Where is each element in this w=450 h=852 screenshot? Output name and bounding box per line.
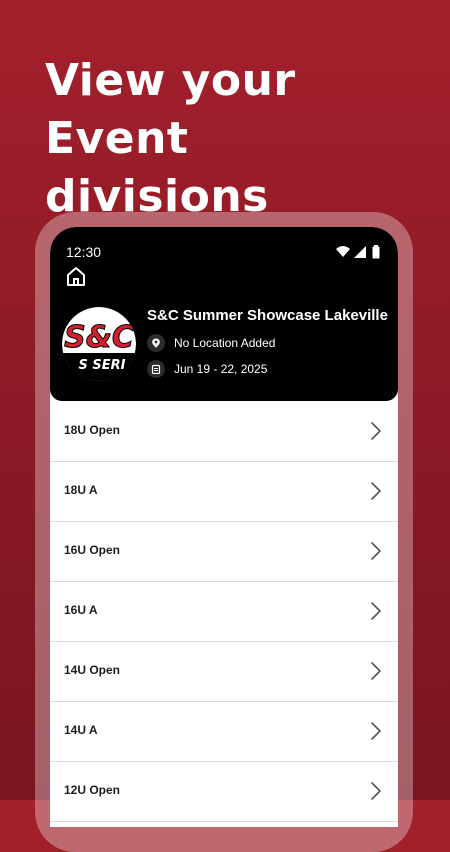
chevron-right-icon bbox=[371, 542, 381, 560]
location-badge bbox=[147, 334, 165, 352]
division-list: 18U Open 18U A 16U Open 16U A 14U Open 1… bbox=[50, 402, 398, 822]
chevron-right-icon bbox=[371, 722, 381, 740]
chevron-right-icon bbox=[371, 602, 381, 620]
division-row[interactable]: 16U A bbox=[50, 582, 398, 642]
event-date-row: Jun 19 - 22, 2025 bbox=[147, 360, 267, 378]
status-icons bbox=[336, 245, 380, 259]
promo-headline-line1: View your bbox=[45, 55, 296, 106]
wifi-icon bbox=[336, 246, 350, 257]
chevron-right-icon bbox=[371, 662, 381, 680]
division-label: 18U Open bbox=[64, 423, 121, 437]
division-row[interactable]: 16U Open bbox=[50, 522, 398, 582]
division-label: 18U A bbox=[64, 483, 98, 497]
division-label: 14U Open bbox=[64, 663, 121, 677]
division-row[interactable]: 18U Open bbox=[50, 402, 398, 462]
division-label: 16U Open bbox=[64, 543, 121, 557]
signal-icon bbox=[354, 246, 366, 258]
phone-screen: 12:30 S&C S SERI S&C Summer Showcase Lak… bbox=[50, 227, 398, 827]
battery-icon bbox=[372, 245, 380, 259]
division-row[interactable]: 14U Open bbox=[50, 642, 398, 702]
promo-headline-line2: Event divisions bbox=[45, 113, 269, 222]
division-row[interactable]: 18U A bbox=[50, 462, 398, 522]
home-icon[interactable] bbox=[65, 265, 87, 287]
event-location: No Location Added bbox=[174, 336, 276, 350]
division-label: 12U Open bbox=[64, 783, 121, 797]
chevron-right-icon bbox=[371, 782, 381, 800]
division-label: 14U A bbox=[64, 723, 98, 737]
logo-subtext: S SERI bbox=[79, 358, 126, 373]
calendar-icon bbox=[151, 364, 161, 374]
division-row[interactable]: 14U A bbox=[50, 702, 398, 762]
event-logo: S&C S SERI bbox=[62, 307, 136, 381]
status-bar: 12:30 bbox=[66, 243, 382, 263]
event-header-panel: 12:30 S&C S SERI S&C Summer Showcase Lak… bbox=[50, 227, 398, 401]
event-dates: Jun 19 - 22, 2025 bbox=[174, 362, 268, 376]
promo-headline: View your Event divisions bbox=[45, 52, 425, 226]
location-pin-icon bbox=[152, 338, 160, 348]
chevron-right-icon bbox=[371, 422, 381, 440]
event-title: S&C Summer Showcase Lakeville bbox=[147, 307, 388, 324]
calendar-badge bbox=[147, 360, 165, 378]
division-row[interactable]: 12U Open bbox=[50, 762, 398, 822]
division-label: 16U A bbox=[64, 603, 98, 617]
status-time: 12:30 bbox=[66, 244, 102, 260]
chevron-right-icon bbox=[371, 482, 381, 500]
logo-text: S&C bbox=[64, 320, 134, 355]
event-location-row: No Location Added bbox=[147, 334, 275, 352]
